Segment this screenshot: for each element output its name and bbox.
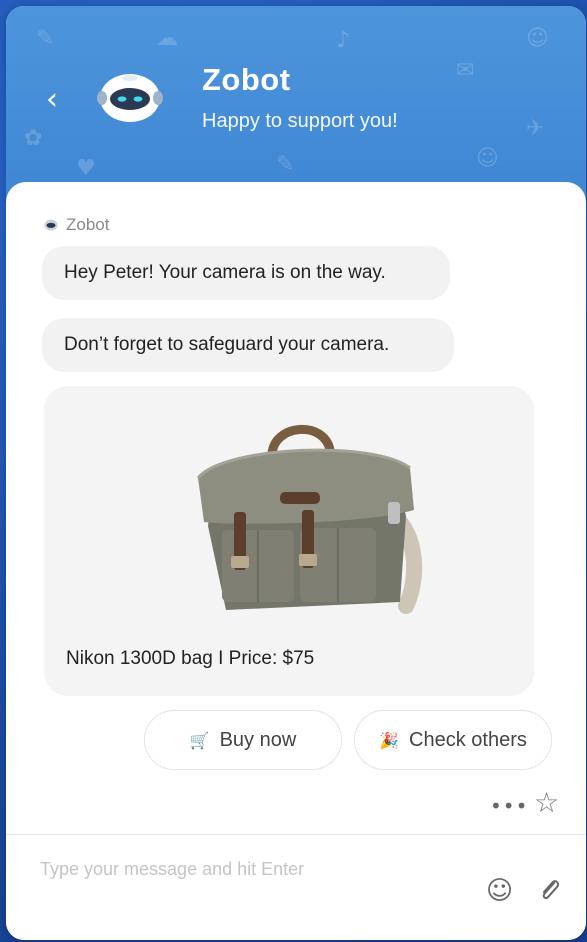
- message-input[interactable]: [38, 850, 462, 888]
- product-card: Nikon 1300D bag I Price: $75: [44, 386, 534, 696]
- bot-name: Zobot: [202, 62, 291, 97]
- paperclip-icon[interactable]: [536, 876, 564, 904]
- star-icon[interactable]: ☆: [534, 786, 559, 819]
- chat-header: ✎ ☁ ♪ ✉ ☺ ✿ ♥ ✎ ☺ ✈ ‹ Zobot Happy to sup…: [6, 6, 586, 206]
- cart-icon: 🛒: [189, 730, 210, 750]
- doodle-icon: ☺: [476, 146, 499, 171]
- bot-mini-icon: [44, 219, 58, 231]
- composer-divider: [6, 834, 586, 835]
- doodle-icon: ✉: [456, 58, 475, 83]
- product-caption: Nikon 1300D bag I Price: $75: [66, 648, 315, 669]
- check-others-button[interactable]: 🎉 Check others: [354, 710, 552, 770]
- chat-message: Hey Peter! Your camera is on the way.: [42, 246, 450, 300]
- check-others-label: Check others: [409, 728, 527, 751]
- message-sender: Zobot: [44, 214, 109, 236]
- doodle-icon: ♪: [336, 28, 351, 53]
- chat-body: Zobot Hey Peter! Your camera is on the w…: [6, 182, 586, 940]
- doodle-icon: ☁: [156, 26, 178, 51]
- ellipsis-icon[interactable]: •••: [490, 794, 528, 818]
- doodle-icon: ♥: [76, 156, 96, 181]
- doodle-icon: ✿: [24, 126, 43, 151]
- chat-widget: ✎ ☁ ♪ ✉ ☺ ✿ ♥ ✎ ☺ ✈ ‹ Zobot Happy to sup…: [6, 6, 586, 940]
- doodle-icon: ✎: [36, 26, 55, 51]
- doodle-icon: ✈: [526, 116, 545, 141]
- buy-now-button[interactable]: 🛒 Buy now: [144, 710, 342, 770]
- party-popper-icon: 🎉: [379, 730, 400, 750]
- sender-name: Zobot: [66, 215, 110, 234]
- chat-message: Don’t forget to safeguard your camera.: [42, 318, 454, 372]
- chevron-left-icon[interactable]: ‹: [40, 82, 64, 118]
- buy-now-label: Buy now: [219, 728, 297, 751]
- doodle-icon: ☺: [526, 26, 549, 51]
- bot-avatar: [97, 74, 163, 122]
- bot-tagline: Happy to support you!: [202, 110, 398, 132]
- camera-bag-image: [196, 424, 423, 614]
- smiley-icon[interactable]: ☺: [486, 876, 514, 906]
- doodle-icon: ✎: [276, 152, 295, 177]
